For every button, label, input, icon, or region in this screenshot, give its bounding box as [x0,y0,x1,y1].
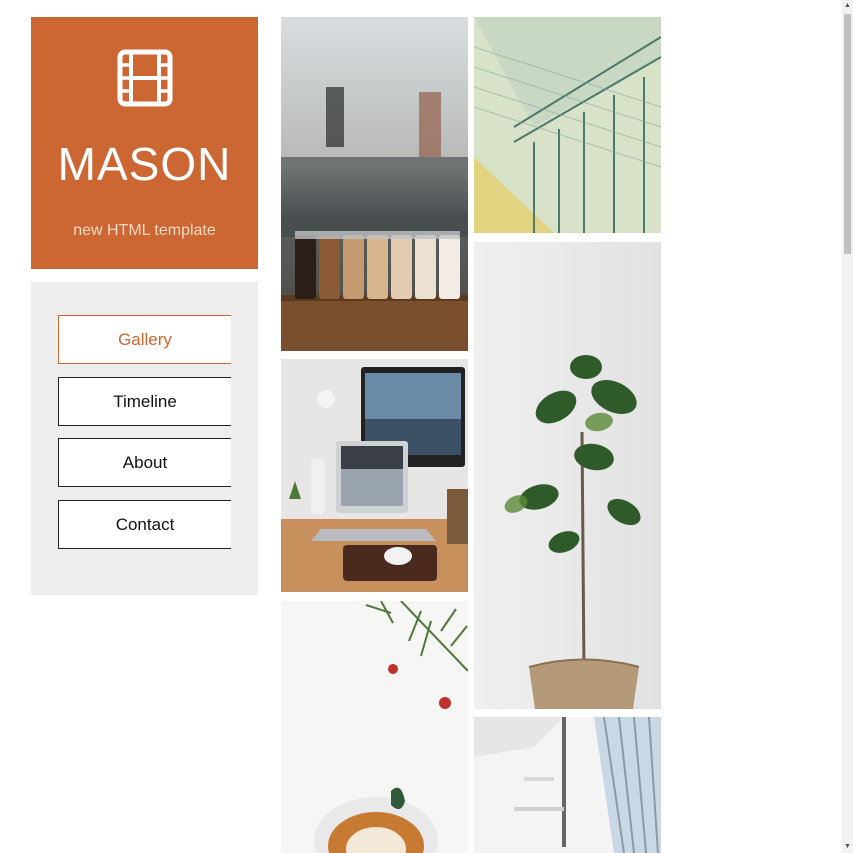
office-interior-photo[interactable] [474,717,661,853]
desk-laptop-monitor-photo[interactable] [281,359,468,592]
scroll-down-arrow-icon[interactable]: ▼ [842,841,853,853]
main-nav: Gallery Timeline About Contact [31,282,258,595]
site-title: MASON [57,138,232,190]
nav-about-button[interactable]: About [58,438,231,487]
brand-panel: MASON new HTML template [31,17,258,269]
nav-gallery-button[interactable]: Gallery [58,315,231,364]
latte-art-photo[interactable] [281,601,468,853]
banknote-building-engraving-photo[interactable] [474,17,661,233]
film-icon [117,49,173,107]
page-scrollbar[interactable]: ▲ ▼ [842,0,853,853]
nav-timeline-button[interactable]: Timeline [58,377,231,426]
nav-contact-button[interactable]: Contact [58,500,231,549]
fiddle-leaf-fig-plant-photo[interactable] [474,242,661,709]
scroll-up-arrow-icon[interactable]: ▲ [842,0,853,12]
scrollbar-thumb[interactable] [844,14,851,254]
coffee-jars-photo[interactable] [281,17,468,351]
site-subtitle: new HTML template [73,222,216,239]
